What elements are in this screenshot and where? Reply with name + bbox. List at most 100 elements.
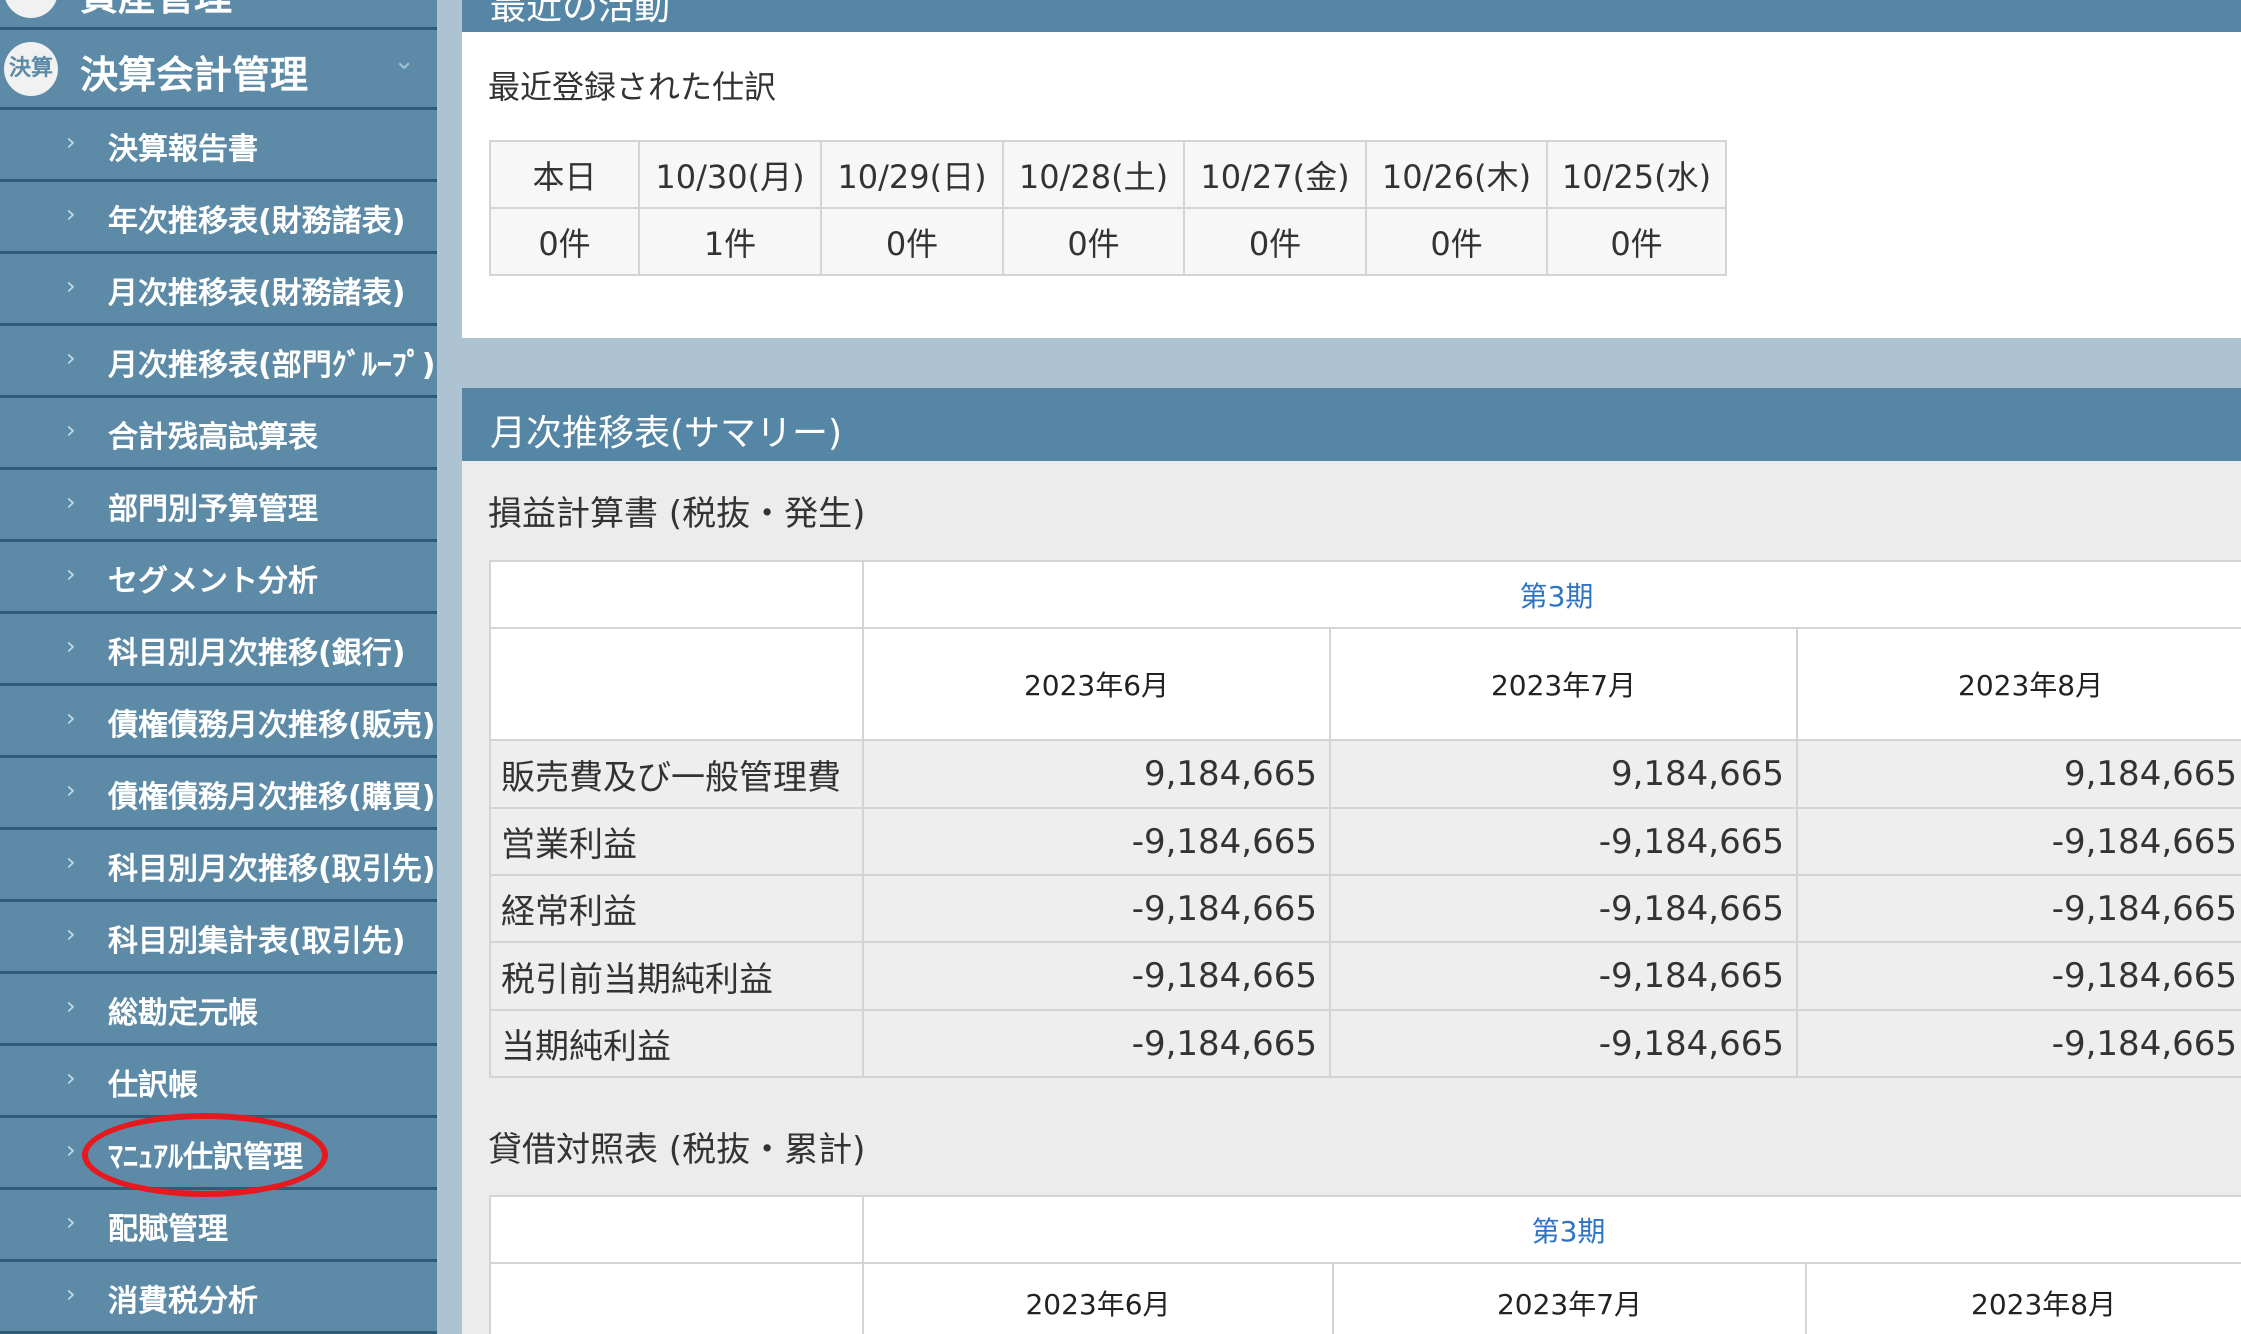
sidebar-item[interactable]: › 月次推移表(財務諸表) bbox=[0, 254, 437, 326]
pl-value: 9,184,665 bbox=[1329, 739, 1798, 809]
bs-title: 貸借対照表 (税抜・累計) bbox=[488, 1130, 866, 1170]
pl-value: -9,184,665 bbox=[1795, 874, 2241, 943]
pl-corner-cell bbox=[489, 627, 864, 741]
chevron-right-icon: › bbox=[66, 200, 76, 228]
pl-title: 損益計算書 (税抜・発生) bbox=[488, 494, 866, 534]
bs-corner-cell bbox=[489, 1195, 864, 1264]
sidebar-item-label: 総勘定元帳 bbox=[108, 996, 258, 1031]
count-cell: 0件 bbox=[1365, 207, 1548, 276]
chevron-right-icon: › bbox=[66, 848, 76, 876]
sidebar-item[interactable]: › 消費税分析 bbox=[0, 1262, 437, 1334]
pl-value: -9,184,665 bbox=[862, 807, 1331, 876]
pl-value: -9,184,665 bbox=[1795, 1009, 2241, 1078]
pl-value: 9,184,665 bbox=[862, 739, 1331, 809]
pl-period: 第3期 bbox=[861, 560, 2241, 629]
count-cell: 0件 bbox=[820, 207, 1004, 276]
sidebar-item[interactable]: › 決算報告書 bbox=[0, 110, 437, 182]
sidebar-item[interactable]: › 月次推移表(部門ｸﾞﾙｰﾌﾟ) bbox=[0, 326, 437, 398]
chevron-right-icon: › bbox=[66, 704, 76, 732]
bs-month-header: 2023年8月 bbox=[1804, 1262, 2241, 1334]
sidebar-item-label: 配賦管理 bbox=[108, 1212, 228, 1247]
count-cell: 0件 bbox=[1546, 207, 1727, 276]
sidebar-parent-label: 資産管理 bbox=[80, 0, 232, 21]
sidebar-item[interactable]: › 債権債務月次推移(販売) bbox=[0, 686, 437, 758]
sidebar-item[interactable]: › 科目別月次推移(取引先) bbox=[0, 830, 437, 902]
bs-corner-cell bbox=[489, 1262, 864, 1334]
chevron-down-icon: ⌄ bbox=[393, 46, 415, 76]
sidebar-item-label: 科目別集計表(取引先) bbox=[108, 924, 406, 959]
pl-account: 経常利益 bbox=[489, 874, 864, 943]
count-cell: 0件 bbox=[489, 207, 640, 276]
recent-count-table: 本日 10/30(月) 10/29(日) 10/28(土) 10/27(金) 1… bbox=[489, 140, 1727, 276]
sidebar-parent-label: 決算会計管理 bbox=[80, 53, 309, 97]
sidebar-item[interactable]: › ﾏﾆｭｱﾙ仕訳管理 bbox=[0, 1118, 437, 1190]
sidebar-item[interactable]: › 総勘定元帳 bbox=[0, 974, 437, 1046]
pl-value: -9,184,665 bbox=[862, 1009, 1331, 1078]
table-row: 経常利益 -9,184,665 -9,184,665 -9,184,665 bbox=[489, 874, 2241, 943]
recent-subtitle: 最近登録された仕訳 bbox=[488, 68, 777, 106]
sidebar-item[interactable]: › 科目別月次推移(銀行) bbox=[0, 614, 437, 686]
sidebar-item-label: 債権債務月次推移(販売) bbox=[108, 708, 436, 743]
count-header: 10/28(土) bbox=[1002, 140, 1185, 209]
count-header: 10/30(月) bbox=[638, 140, 822, 209]
pl-value: -9,184,665 bbox=[1329, 1009, 1798, 1078]
recent-panel-header: 最近の活動 bbox=[462, 0, 2241, 32]
pl-account: 販売費及び一般管理費 bbox=[489, 739, 864, 809]
sidebar-item-label: 部門別予算管理 bbox=[108, 492, 318, 527]
sidebar: 資産管理 ⌄ 決算 決算会計管理 ⌄ › 決算報告書 › 年次推移表(財務諸表) › 月次… bbox=[0, 0, 437, 1334]
sidebar-item-label: 決算報告書 bbox=[108, 132, 258, 167]
table-row: 販売費及び一般管理費 9,184,665 9,184,665 9,184,665 bbox=[489, 739, 2241, 809]
chevron-right-icon: › bbox=[66, 1064, 76, 1092]
sidebar-parent-closing[interactable]: 決算 決算会計管理 ⌄ bbox=[0, 30, 437, 110]
sidebar-item[interactable]: › 配賦管理 bbox=[0, 1190, 437, 1262]
sidebar-item-label: 仕訳帳 bbox=[108, 1068, 198, 1103]
summary-panel-title: 月次推移表(サマリー) bbox=[490, 413, 843, 454]
count-cell-link[interactable]: 1件 bbox=[638, 207, 822, 276]
pl-account: 税引前当期純利益 bbox=[489, 941, 864, 1011]
sidebar-item-label: 債権債務月次推移(購買) bbox=[108, 780, 436, 815]
table-row: 当期純利益 -9,184,665 -9,184,665 -9,184,665 bbox=[489, 1009, 2241, 1078]
pl-account: 当期純利益 bbox=[489, 1009, 864, 1078]
pl-table: 第3期 2023年6月 2023年7月 2023年8月 販売費及び一般管理費 9… bbox=[489, 560, 2241, 1078]
pl-value: -9,184,665 bbox=[862, 874, 1331, 943]
chevron-right-icon: › bbox=[66, 1280, 76, 1308]
bs-table: 第3期 2023年6月 2023年7月 2023年8月 bbox=[489, 1195, 2241, 1334]
chevron-right-icon: › bbox=[66, 1136, 76, 1164]
sidebar-item-label: ﾏﾆｭｱﾙ仕訳管理 bbox=[108, 1140, 303, 1175]
sidebar-item-label: 月次推移表(部門ｸﾞﾙｰﾌﾟ) bbox=[108, 348, 436, 383]
pl-value: -9,184,665 bbox=[1329, 874, 1798, 943]
sidebar-item-label: セグメント分析 bbox=[108, 564, 318, 599]
count-header: 10/27(金) bbox=[1183, 140, 1367, 209]
chevron-right-icon: › bbox=[66, 632, 76, 660]
sidebar-item[interactable]: › 債権債務月次推移(購買) bbox=[0, 758, 437, 830]
pl-value: -9,184,665 bbox=[1795, 807, 2241, 876]
chevron-right-icon: › bbox=[66, 272, 76, 300]
pl-value: 9,184,665 bbox=[1795, 739, 2241, 809]
count-header: 本日 bbox=[489, 140, 640, 209]
chevron-right-icon: › bbox=[66, 416, 76, 444]
pl-corner-cell bbox=[489, 560, 864, 629]
chevron-right-icon: › bbox=[66, 344, 76, 372]
summary-panel-header: 月次推移表(サマリー) bbox=[462, 388, 2241, 461]
pl-month-header: 2023年7月 bbox=[1329, 627, 1798, 741]
sidebar-item[interactable]: › セグメント分析 bbox=[0, 542, 437, 614]
chevron-right-icon: › bbox=[66, 776, 76, 804]
chevron-right-icon: › bbox=[66, 560, 76, 588]
count-header: 10/29(日) bbox=[820, 140, 1004, 209]
sidebar-item-label: 科目別月次推移(取引先) bbox=[108, 852, 436, 887]
table-row: 営業利益 -9,184,665 -9,184,665 -9,184,665 bbox=[489, 807, 2241, 876]
sidebar-item[interactable]: › 仕訳帳 bbox=[0, 1046, 437, 1118]
sidebar-item-label: 消費税分析 bbox=[108, 1284, 258, 1319]
count-header: 10/25(水) bbox=[1546, 140, 1727, 209]
sidebar-item[interactable]: › 合計残高試算表 bbox=[0, 398, 437, 470]
sidebar-item[interactable]: › 科目別集計表(取引先) bbox=[0, 902, 437, 974]
pl-month-header: 2023年8月 bbox=[1795, 627, 2241, 741]
sidebar-item-label: 月次推移表(財務諸表) bbox=[108, 276, 406, 311]
count-header: 10/26(木) bbox=[1365, 140, 1548, 209]
sidebar-parent-assets[interactable]: 資産管理 ⌄ bbox=[0, 0, 437, 30]
recent-panel-title: 最近の活動 bbox=[490, 0, 671, 28]
sidebar-item[interactable]: › 部門別予算管理 bbox=[0, 470, 437, 542]
pl-value: -9,184,665 bbox=[1329, 941, 1798, 1011]
sidebar-item[interactable]: › 年次推移表(財務諸表) bbox=[0, 182, 437, 254]
chevron-right-icon: › bbox=[66, 992, 76, 1020]
